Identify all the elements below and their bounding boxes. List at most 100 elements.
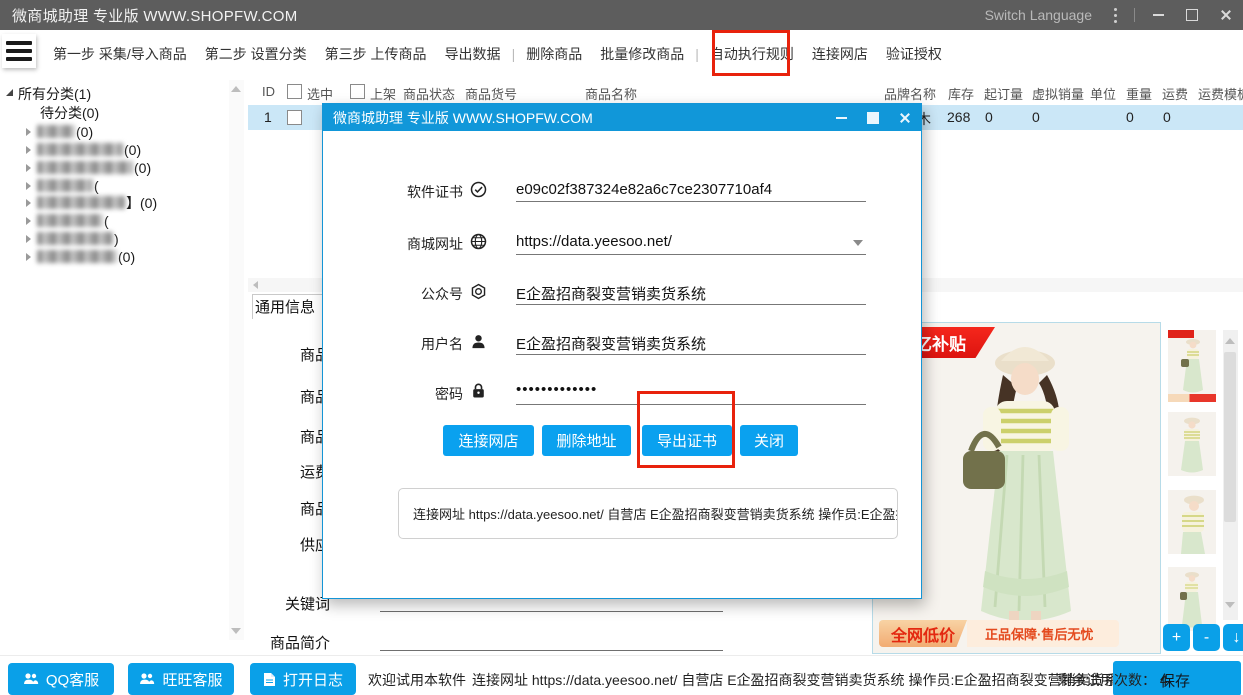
shop-url-input[interactable]: https://data.yeesoo.net/: [516, 233, 866, 250]
tree-collapsed-icon[interactable]: [26, 199, 31, 207]
menu-delete-product[interactable]: 删除商品: [517, 38, 591, 70]
tab-general-info[interactable]: 通用信息: [252, 294, 324, 319]
tree-item[interactable]: (0): [26, 140, 141, 159]
col-shipping[interactable]: 运费: [1162, 84, 1188, 103]
minimize-button[interactable]: [1141, 0, 1175, 30]
tree-collapsed-icon[interactable]: [26, 235, 31, 243]
tree-expanded-icon[interactable]: [6, 89, 13, 96]
tree-collapsed-icon[interactable]: [26, 164, 31, 172]
col-name[interactable]: 商品名称: [585, 84, 637, 103]
document-icon: [263, 672, 276, 687]
menu-verify-auth[interactable]: 验证授权: [877, 38, 951, 70]
close-dialog-button[interactable]: 关闭: [740, 425, 798, 456]
scroll-down-icon[interactable]: [1225, 602, 1235, 608]
tree-collapsed-icon[interactable]: [26, 253, 31, 261]
tree-item[interactable]: (0): [26, 247, 135, 266]
hamburger-menu-icon[interactable]: [2, 34, 36, 68]
titlebar-divider: [1134, 8, 1135, 22]
switch-language-button[interactable]: Switch Language: [985, 7, 1092, 23]
thumbnail-1[interactable]: [1168, 330, 1216, 402]
detail-label: 供应: [248, 534, 330, 555]
col-shipping-template[interactable]: 运费模板: [1198, 84, 1243, 103]
kebab-menu-icon[interactable]: [1106, 0, 1124, 30]
thumbnail-3[interactable]: [1168, 490, 1216, 554]
tree-scrollbar[interactable]: [229, 80, 244, 640]
app-window: 微商城助理 专业版 WWW.SHOPFW.COM Switch Language…: [0, 0, 1243, 695]
detail-label: 商品: [248, 498, 330, 519]
menu-export-data[interactable]: 导出数据: [436, 38, 510, 70]
menu-auto-rules[interactable]: 自动执行规则: [701, 38, 803, 70]
official-account-input[interactable]: E企盈招商裂变营销卖货系统: [516, 283, 866, 304]
col-brand[interactable]: 品牌名称: [884, 84, 936, 103]
col-moq[interactable]: 起订量: [984, 84, 1023, 103]
wangwang-support-button[interactable]: 旺旺客服: [128, 663, 234, 695]
tree-item-all-categories[interactable]: 所有分类(1): [6, 84, 91, 103]
menu-step3-upload[interactable]: 第三步 上传商品: [316, 38, 436, 70]
lowest-price-tag: 全网低价: [879, 620, 967, 647]
row-stock: 268: [947, 109, 970, 125]
tree-item-uncategorized[interactable]: 待分类(0): [40, 103, 99, 122]
tree-collapsed-icon[interactable]: [26, 128, 31, 136]
select-all-checkbox[interactable]: [287, 84, 302, 99]
menu-connect-shop[interactable]: 连接网店: [803, 38, 877, 70]
connect-shop-button[interactable]: 连接网店: [443, 425, 534, 456]
col-stock[interactable]: 库存: [948, 84, 974, 103]
col-onshelf[interactable]: 上架: [370, 84, 396, 103]
cert-input[interactable]: e09c02f387324e82a6c7ce2307710af4: [516, 181, 866, 198]
guarantee-tag: 正品保障·售后无忧: [967, 620, 1119, 647]
password-input[interactable]: •••••••••••••: [516, 381, 866, 398]
image-remove-button[interactable]: -: [1193, 624, 1220, 651]
menu-step2-category[interactable]: 第二步 设置分类: [196, 38, 316, 70]
tree-item[interactable]: 】(0): [26, 193, 157, 212]
scroll-up-icon[interactable]: [231, 86, 241, 92]
tree-item[interactable]: (0): [26, 158, 151, 177]
tree-item[interactable]: (: [26, 211, 109, 230]
col-sku[interactable]: 商品货号: [465, 84, 517, 103]
toolbar: 第一步 采集/导入商品 第二步 设置分类 第三步 上传商品 导出数据 | 删除商…: [0, 30, 1243, 78]
scrollbar-thumb[interactable]: [1224, 352, 1236, 522]
tree-collapsed-icon[interactable]: [26, 182, 31, 190]
description-input[interactable]: [380, 650, 723, 651]
redacted-label: [37, 196, 125, 209]
onshelf-all-checkbox[interactable]: [350, 84, 365, 99]
image-add-button[interactable]: +: [1163, 624, 1190, 651]
scroll-up-icon[interactable]: [1225, 338, 1235, 344]
col-virtual-sales[interactable]: 虚拟销量: [1032, 84, 1084, 103]
username-input[interactable]: E企盈招商裂变营销卖货系统: [516, 333, 866, 354]
shop-url-label: 商城网址: [343, 234, 463, 254]
dropdown-caret-icon[interactable]: [853, 240, 863, 246]
col-id[interactable]: ID: [262, 84, 275, 99]
thumbnail-scrollbar[interactable]: [1223, 330, 1238, 620]
delete-address-button[interactable]: 删除地址: [542, 425, 631, 456]
col-unit[interactable]: 单位: [1090, 84, 1116, 103]
export-cert-button[interactable]: 导出证书: [642, 425, 732, 456]
col-status[interactable]: 商品状态: [403, 84, 455, 103]
menu-step1-import[interactable]: 第一步 采集/导入商品: [44, 38, 196, 70]
tree-item[interactable]: ): [26, 229, 119, 248]
scroll-down-icon[interactable]: [231, 628, 241, 634]
tree-item[interactable]: (0): [26, 122, 93, 141]
dialog-maximize-button[interactable]: [857, 104, 889, 131]
cert-underline: [516, 201, 866, 202]
keyword-input[interactable]: [380, 611, 723, 612]
password-underline: [516, 404, 866, 405]
people-icon: [139, 672, 155, 686]
detail-label: 商品: [248, 344, 330, 365]
tree-collapsed-icon[interactable]: [26, 146, 31, 154]
dialog-close-button[interactable]: [889, 104, 921, 131]
image-move-down-button[interactable]: ↓: [1223, 624, 1243, 651]
thumbnail-4[interactable]: [1168, 567, 1216, 631]
thumbnail-2[interactable]: [1168, 412, 1216, 476]
qq-support-button[interactable]: QQ客服: [8, 663, 114, 695]
open-log-button[interactable]: 打开日志: [250, 663, 356, 695]
row-select-checkbox[interactable]: [287, 110, 302, 125]
connect-shop-dialog: 微商城助理 专业版 WWW.SHOPFW.COM 软件证书 e09c02f387…: [322, 103, 922, 599]
close-button[interactable]: [1209, 0, 1243, 30]
scroll-left-icon[interactable]: [253, 281, 258, 289]
tree-collapsed-icon[interactable]: [26, 217, 31, 225]
col-weight[interactable]: 重量: [1126, 84, 1152, 103]
maximize-button[interactable]: [1175, 0, 1209, 30]
col-selected[interactable]: 选中: [307, 84, 333, 103]
dialog-minimize-button[interactable]: [825, 104, 857, 131]
menu-batch-edit[interactable]: 批量修改商品: [591, 38, 693, 70]
